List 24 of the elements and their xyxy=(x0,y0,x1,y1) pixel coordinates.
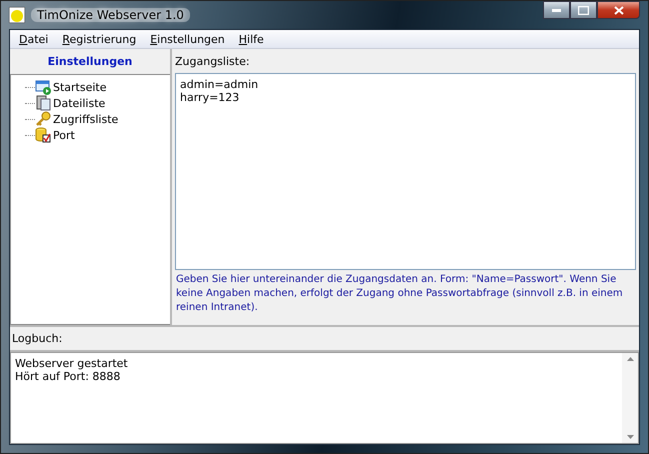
close-button[interactable] xyxy=(597,1,640,19)
menu-item[interactable]: Einstellungen xyxy=(143,32,232,46)
key-icon xyxy=(35,111,51,127)
help-text: Geben Sie hier untereinander die Zugangsdaten an. Form: "Name=Passwort". Wenn Sie keine Angaben machen, erfolgt der Zugang ohne Passwortabfrage (sinnvoll z.B. in einem reinen Intranet). xyxy=(175,273,624,315)
tree-item[interactable]: Dateiliste xyxy=(51,96,108,110)
menu-item[interactable]: Hilfe xyxy=(232,32,271,46)
menu-item[interactable]: Datei xyxy=(12,32,56,46)
documents-icon xyxy=(35,95,51,111)
database-check-icon xyxy=(35,127,51,143)
log-label: Logbuch: xyxy=(12,331,62,346)
tree-item[interactable]: Port xyxy=(51,128,77,142)
minimize-icon xyxy=(552,8,561,12)
maximize-icon xyxy=(578,6,589,14)
window-icon xyxy=(35,79,51,95)
tree-item[interactable]: Zugriffsliste xyxy=(51,112,120,126)
menu-item[interactable]: Registrierung xyxy=(55,32,144,46)
field-label: Zugangsliste: xyxy=(175,54,251,69)
close-icon xyxy=(614,6,624,14)
access-list-field[interactable]: admin=admin harry=123 xyxy=(175,73,636,270)
panel-title: Einstellungen xyxy=(48,54,132,68)
app-icon xyxy=(9,7,25,23)
maximize-button[interactable] xyxy=(570,1,597,19)
tree-item[interactable]: Startseite xyxy=(51,80,109,94)
minimize-button[interactable] xyxy=(543,1,570,19)
